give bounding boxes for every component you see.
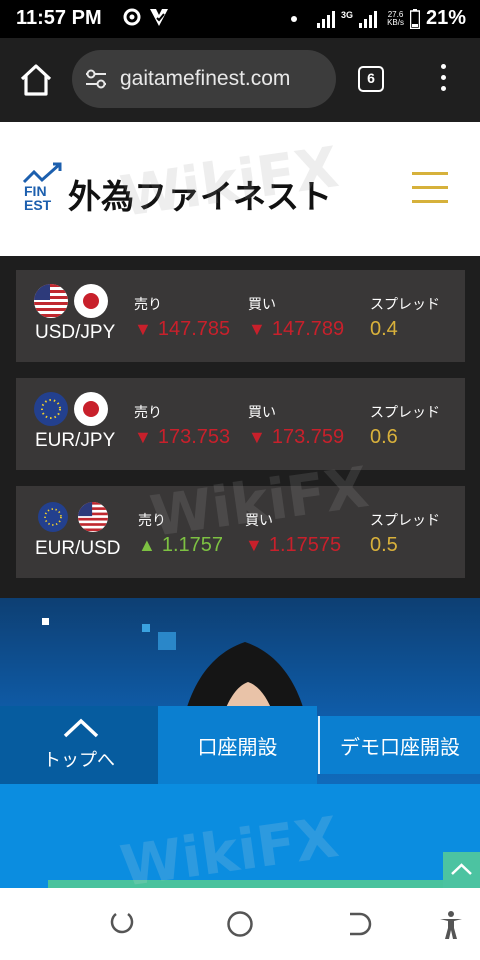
status-right-icons: 3G 27.6 KB/s 21% <box>291 7 466 30</box>
chevron-up-icon <box>451 863 472 875</box>
eu-flag-icon <box>34 392 68 426</box>
browser-toolbar: gaitamefinest.com 6 <box>0 38 480 122</box>
us-flag-icon <box>34 284 68 318</box>
down-arrow-icon: ▼ <box>134 427 152 447</box>
up-arrow-icon: ▲ <box>138 535 156 555</box>
sell-label: 売り <box>134 296 162 312</box>
tab-switcher-button[interactable]: 6 <box>358 66 384 92</box>
spread-value: 0.5 <box>370 534 398 556</box>
battery-icon <box>409 8 420 29</box>
buy-price[interactable]: ▼ 147.789 <box>248 318 344 341</box>
accessibility-icon[interactable] <box>438 910 464 940</box>
site-header: FIN EST 外為ファイネスト <box>0 122 480 256</box>
home-icon[interactable] <box>18 62 54 98</box>
battery-level: 21% <box>425 7 466 29</box>
sell-price[interactable]: ▼ 147.785 <box>134 318 230 341</box>
decor-square <box>142 624 150 632</box>
bottom-site-nav: トップへ 口座開設 デモ口座開設 <box>0 706 480 784</box>
jp-flag-icon <box>74 284 108 318</box>
buy-price[interactable]: ▼ 1.17575 <box>245 534 341 557</box>
data-speed: 27.6 KB/s <box>387 9 404 27</box>
logo-chart-icon: FIN EST <box>22 162 62 213</box>
us-flag-icon <box>78 502 108 532</box>
hero-green-strip <box>48 880 448 888</box>
scroll-top-button[interactable] <box>443 852 480 888</box>
sell-price[interactable]: ▼ 173.753 <box>134 426 230 449</box>
rate-card-usdjpy[interactable]: USD/JPY 売り 買い スプレッド ▼ 147.785 ▼ 147.789 0.… <box>16 270 465 362</box>
currency-flags <box>34 284 110 318</box>
buy-label: 買い <box>248 404 276 420</box>
url-text: gaitamefinest.com <box>120 67 291 90</box>
down-arrow-icon: ▼ <box>245 535 263 555</box>
notification-icons <box>122 6 170 28</box>
currency-flags <box>34 392 110 426</box>
eu-flag-icon <box>38 502 68 532</box>
decor-square <box>42 618 49 625</box>
system-nav-bar <box>0 888 480 960</box>
down-arrow-icon: ▼ <box>248 319 266 339</box>
logo-est: EST <box>24 197 52 212</box>
back-to-top-label: トップへ <box>43 750 115 770</box>
jp-flag-icon <box>74 392 108 426</box>
spread-value: 0.4 <box>370 318 398 340</box>
site-settings-icon[interactable] <box>84 68 108 90</box>
demo-account-button[interactable]: デモ口座開設 <box>318 716 480 774</box>
currency-flags <box>34 500 110 534</box>
signal-icon <box>317 10 336 28</box>
down-arrow-icon: ▼ <box>248 427 266 447</box>
hamburger-menu-icon[interactable] <box>412 172 448 206</box>
status-time: 11:57 PM <box>16 7 102 29</box>
spread-value: 0.6 <box>370 426 398 448</box>
home-circle-icon[interactable] <box>226 910 254 938</box>
sell-label: 売り <box>138 512 166 528</box>
pair-name: EUR/JPY <box>35 430 116 451</box>
phone-screen: 11:57 PM 3G 27.6 KB/s 21% gaitamefinest.… <box>0 0 480 960</box>
pair-name: EUR/USD <box>35 538 121 559</box>
recents-icon[interactable] <box>108 910 136 938</box>
rate-card-eurjpy[interactable]: EUR/JPY 売り 買い スプレッド ▼ 173.753 ▼ 173.759 0.… <box>16 378 465 470</box>
pair-name: USD/JPY <box>35 322 116 343</box>
spread-label: スプレッド <box>370 512 440 528</box>
browser-menu-icon[interactable] <box>436 64 450 96</box>
back-to-top-button[interactable]: トップへ <box>0 706 158 784</box>
hero-band <box>0 784 480 888</box>
settings-icon <box>123 8 141 26</box>
buy-label: 買い <box>248 296 276 312</box>
site-logo-text[interactable]: 外為ファイネスト <box>68 170 332 218</box>
rates-panel: USD/JPY 売り 買い スプレッド ▼ 147.785 ▼ 147.789 0.… <box>0 256 480 598</box>
network-type: 3G <box>341 9 354 20</box>
open-account-button[interactable]: 口座開設 <box>158 706 317 784</box>
back-icon[interactable] <box>346 910 374 938</box>
chevron-up-icon <box>63 718 99 738</box>
signal-icon-2 <box>359 10 378 28</box>
rate-card-eurusd[interactable]: EUR/USD 売り 買い スプレッド ▲ 1.1757 ▼ 1.17575 0.5 <box>16 486 465 578</box>
logo-mark[interactable]: FIN EST <box>22 162 64 213</box>
dot-icon <box>291 15 298 22</box>
app-notification-icon <box>150 9 168 26</box>
buy-label: 買い <box>245 512 273 528</box>
down-arrow-icon: ▼ <box>134 319 152 339</box>
address-bar[interactable]: gaitamefinest.com <box>72 50 336 108</box>
buy-price[interactable]: ▼ 173.759 <box>248 426 344 449</box>
sell-label: 売り <box>134 404 162 420</box>
sell-price[interactable]: ▲ 1.1757 <box>138 534 223 557</box>
status-bar: 11:57 PM 3G 27.6 KB/s 21% <box>0 0 480 38</box>
spread-label: スプレッド <box>370 296 440 312</box>
spread-label: スプレッド <box>370 404 440 420</box>
